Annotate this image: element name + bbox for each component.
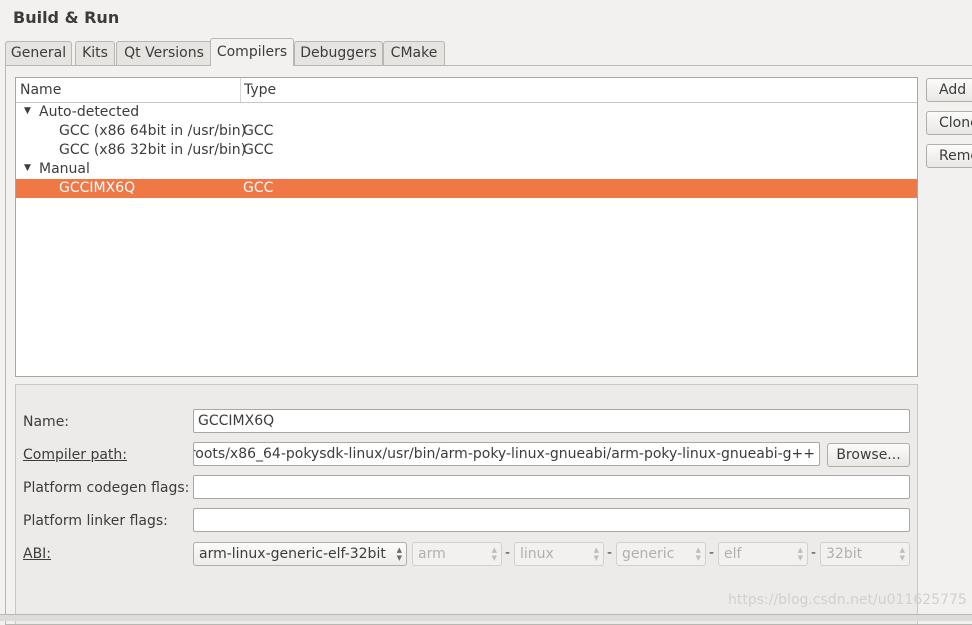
add-button[interactable]: Add (926, 78, 972, 102)
tree-group-manual[interactable]: ▼ Manual (16, 160, 917, 179)
codegen-flags-label: Platform codegen flags: (23, 480, 190, 496)
tab-qt-versions[interactable]: Qt Versions (116, 41, 212, 65)
spin-arrows-icon: ▲ ▼ (899, 546, 905, 562)
abi-label: ABI: (23, 546, 51, 562)
abi-os-combobox[interactable]: linux ▲ ▼ (514, 542, 604, 566)
abi-main-value: arm-linux-generic-elf-32bit (199, 546, 386, 562)
abi-label-text: ABI: (23, 546, 52, 562)
name-input[interactable]: GCCIMX6Q (193, 409, 910, 433)
tree-header: Name Type (16, 78, 917, 103)
compiler-type: GCC (243, 180, 274, 196)
tab-debuggers[interactable]: Debuggers (294, 41, 383, 65)
spin-arrows-icon: ▲ ▼ (593, 546, 599, 562)
linker-flags-input[interactable] (193, 508, 910, 532)
abi-format-value: elf (724, 546, 742, 562)
abi-flavor-value: generic (622, 546, 675, 562)
watermark: https://blog.csdn.net/u011625775 (728, 592, 967, 608)
expand-arrow-icon[interactable]: ▼ (24, 163, 31, 173)
compiler-path-label: Compiler path: (23, 447, 128, 463)
compiler-type: GCC (243, 123, 274, 139)
expand-arrow-icon[interactable]: ▼ (24, 106, 31, 116)
page-title: Build & Run (13, 8, 120, 27)
compiler-name: GCCIMX6Q (59, 180, 136, 196)
compiler-name: GCC (x86 32bit in /usr/bin) (59, 142, 247, 158)
column-divider[interactable] (240, 78, 241, 102)
abi-separator: - (709, 545, 715, 561)
compiler-path-value: sysroots/x86_64-pokysdk-linux/usr/bin/ar… (193, 446, 815, 462)
compiler-type: GCC (243, 142, 274, 158)
tree-item[interactable]: GCC (x86 64bit in /usr/bin) GCC (16, 122, 917, 141)
abi-flavor-combobox[interactable]: generic ▲ ▼ (616, 542, 706, 566)
compiler-name: GCC (x86 64bit in /usr/bin) (59, 123, 247, 139)
tree-item[interactable]: GCC (x86 32bit in /usr/bin) GCC (16, 141, 917, 160)
abi-arch-value: arm (418, 546, 446, 562)
compiler-tree[interactable]: Name Type ▼ Auto-detected GCC (x86 64bit… (15, 77, 918, 377)
group-label: Manual (39, 161, 90, 177)
abi-separator: - (505, 545, 511, 561)
abi-os-value: linux (520, 546, 554, 562)
tab-compilers[interactable]: Compilers (210, 38, 294, 66)
spin-arrows-icon: ▲ ▼ (396, 546, 402, 562)
browse-button[interactable]: Browse... (827, 443, 910, 467)
column-header-type[interactable]: Type (244, 82, 276, 98)
abi-main-combobox[interactable]: arm-linux-generic-elf-32bit ▲ ▼ (193, 542, 407, 566)
spin-arrows-icon: ▲ ▼ (695, 546, 701, 562)
spin-arrows-icon: ▲ ▼ (797, 546, 803, 562)
clone-button[interactable]: Clone (926, 111, 972, 135)
abi-width-value: 32bit (826, 546, 863, 562)
abi-separator: - (811, 545, 817, 561)
tree-item-selected[interactable]: GCCIMX6Q GCC (16, 179, 917, 198)
abi-width-combobox[interactable]: 32bit ▲ ▼ (820, 542, 910, 566)
abi-format-combobox[interactable]: elf ▲ ▼ (718, 542, 808, 566)
remove-button[interactable]: Remove (926, 144, 972, 168)
codegen-flags-input[interactable] (193, 475, 910, 499)
tab-general[interactable]: General (5, 41, 72, 65)
name-label: Name: (23, 414, 70, 430)
abi-separator: - (607, 545, 613, 561)
tab-cmake[interactable]: CMake (383, 41, 445, 65)
abi-arch-combobox[interactable]: arm ▲ ▼ (412, 542, 502, 566)
linker-flags-label: Platform linker flags: (23, 513, 168, 529)
tree-group-auto-detected[interactable]: ▼ Auto-detected (16, 103, 917, 122)
compiler-path-input[interactable]: sysroots/x86_64-pokysdk-linux/usr/bin/ar… (193, 442, 820, 466)
group-label: Auto-detected (39, 104, 140, 120)
column-header-name[interactable]: Name (20, 82, 61, 98)
spin-arrows-icon: ▲ ▼ (491, 546, 497, 562)
tab-kits[interactable]: Kits (75, 41, 115, 65)
